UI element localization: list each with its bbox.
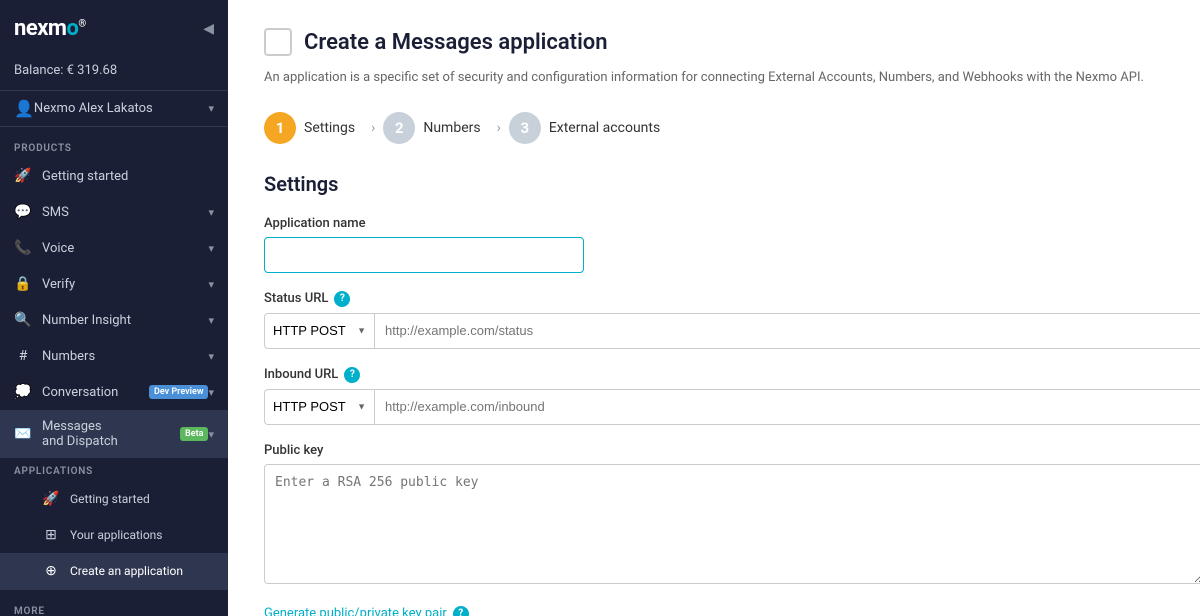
sidebar-item-your-applications[interactable]: ⊞ Your applications [0,517,228,553]
sidebar-item-numbers[interactable]: # Numbers ▾ [0,338,228,374]
sidebar-item-number-insight[interactable]: 🔍 Number Insight ▾ [0,302,228,338]
app-name-group: Application name [264,216,1164,273]
applications-section-label: APPLICATIONS [0,458,228,481]
public-key-textarea[interactable] [264,464,1200,584]
status-url-help-icon[interactable]: ? [334,291,350,307]
step-3-circle: 3 [509,112,541,144]
inbound-url-help-icon[interactable]: ? [344,367,360,383]
step-chevron-2: › [497,120,501,136]
user-menu[interactable]: 👤 Nexmo Alex Lakatos ▾ [0,90,228,127]
balance-display: Balance: € 319.68 [0,57,228,90]
step-1-label: Settings [304,120,355,136]
sidebar-item-label: Create an application [70,564,214,578]
page-icon [264,28,292,56]
step-chevron-1: › [371,120,375,136]
chevron-down-icon: ▾ [208,386,214,399]
sidebar-item-conversation[interactable]: 💭 Conversation Dev Preview ▾ [0,374,228,410]
chevron-down-icon: ▾ [208,242,214,255]
create-app-icon: ⊕ [42,562,60,580]
collapse-icon[interactable]: ◀ [203,21,214,37]
sidebar-header: nexmo® ◀ [0,0,228,57]
sidebar-item-voice[interactable]: 📞 Voice ▾ [0,230,228,266]
messages-icon: ✉️ [14,425,32,443]
dev-preview-badge: Dev Preview [149,385,208,399]
step-2[interactable]: 2 Numbers [383,112,488,144]
sidebar-item-messages-dispatch[interactable]: ✉️ Messagesand Dispatch Beta ▾ [0,410,228,458]
voice-icon: 📞 [14,239,32,257]
user-icon: 👤 [14,99,34,118]
nexmo-logo: nexmo® [14,16,86,41]
inbound-method-wrapper: HTTP POST HTTP GET [264,389,374,425]
generate-key-link[interactable]: Generate public/private key pair ? [264,606,1164,616]
chevron-down-icon: ▾ [208,428,214,441]
inbound-url-row: HTTP POST HTTP GET [264,389,1200,425]
chevron-down-icon: ▾ [208,278,214,291]
more-label: MORE [0,598,228,616]
rocket-small-icon: 🚀 [42,490,60,508]
chevron-down-icon: ▾ [208,350,214,363]
sidebar-item-label: Verify [42,277,208,292]
sidebar-item-label: Voice [42,241,208,256]
sms-icon: 💬 [14,203,32,221]
sidebar-item-label: Your applications [70,528,214,542]
public-key-group: Public key [264,443,1164,588]
user-chevron-icon: ▾ [208,102,214,115]
conversation-icon: 💭 [14,383,32,401]
sidebar-item-label: Number Insight [42,313,208,328]
sidebar-item-label: Numbers [42,349,208,364]
page-subtitle: An application is a specific set of secu… [264,68,1164,88]
step-3-label: External accounts [549,120,660,136]
stepper: 1 Settings › 2 Numbers › 3 External acco… [264,112,1164,144]
chevron-down-icon: ▾ [208,206,214,219]
settings-heading: Settings [264,172,1164,196]
user-name: Nexmo Alex Lakatos [34,101,209,116]
number-insight-icon: 🔍 [14,311,32,329]
inbound-url-input[interactable] [374,389,1200,425]
status-method-select[interactable]: HTTP POST HTTP GET [264,313,374,349]
sidebar-item-label: Getting started [42,169,214,184]
status-url-group: Status URL ? HTTP POST HTTP GET [264,291,1164,349]
chevron-down-icon: ▾ [208,314,214,327]
verify-icon: 🔒 [14,275,32,293]
status-url-input[interactable] [374,313,1200,349]
inbound-method-select[interactable]: HTTP POST HTTP GET [264,389,374,425]
rocket-icon: 🚀 [14,167,32,185]
inbound-url-label: Inbound URL ? [264,367,1164,383]
status-url-row: HTTP POST HTTP GET [264,313,1200,349]
inbound-url-group: Inbound URL ? HTTP POST HTTP GET [264,367,1164,425]
step-2-circle: 2 [383,112,415,144]
sidebar-item-label: Getting started [70,492,214,506]
status-url-label: Status URL ? [264,291,1164,307]
numbers-icon: # [14,347,32,365]
sidebar-item-app-getting-started[interactable]: 🚀 Getting started [0,481,228,517]
generate-key-help-icon[interactable]: ? [453,606,469,616]
status-method-wrapper: HTTP POST HTTP GET [264,313,374,349]
main-content: Create a Messages application An applica… [228,0,1200,616]
sidebar: nexmo® ◀ Balance: € 319.68 👤 Nexmo Alex … [0,0,228,616]
step-3[interactable]: 3 External accounts [509,112,668,144]
public-key-label: Public key [264,443,1164,458]
products-label: PRODUCTS [0,135,228,158]
sidebar-footer: MORE ↩ Sign out [0,589,228,616]
sidebar-item-verify[interactable]: 🔒 Verify ▾ [0,266,228,302]
page-title-area: Create a Messages application [264,28,1164,56]
sidebar-item-create-application[interactable]: ⊕ Create an application [0,553,228,589]
apps-icon: ⊞ [42,526,60,544]
sidebar-item-label: Conversation [42,385,143,400]
step-2-label: Numbers [423,120,480,136]
sidebar-item-sms[interactable]: 💬 SMS ▾ [0,194,228,230]
sidebar-item-label: Messagesand Dispatch [42,419,174,449]
page-title: Create a Messages application [304,30,608,55]
beta-badge: Beta [180,427,208,441]
step-1[interactable]: 1 Settings [264,112,363,144]
sidebar-item-label: SMS [42,205,208,220]
app-name-input[interactable] [264,237,584,273]
sidebar-item-getting-started[interactable]: 🚀 Getting started [0,158,228,194]
app-name-label: Application name [264,216,1164,231]
step-1-circle: 1 [264,112,296,144]
